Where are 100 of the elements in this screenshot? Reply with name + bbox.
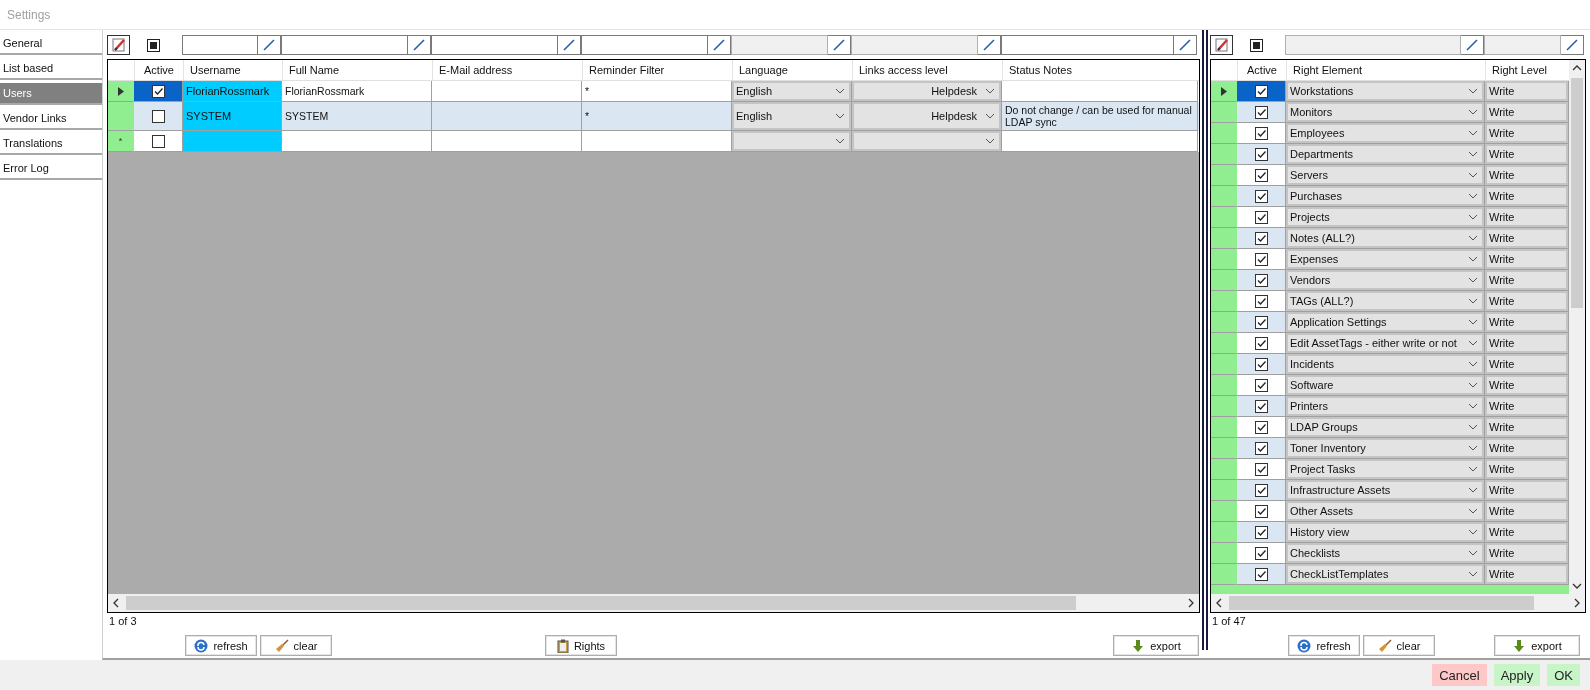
vertical-scrollbar[interactable] bbox=[1569, 60, 1585, 594]
pen-icon[interactable] bbox=[558, 35, 581, 55]
dropdown-field[interactable]: Printers bbox=[1286, 396, 1484, 416]
column-header[interactable]: Right Element bbox=[1293, 64, 1363, 76]
column-header[interactable]: Active bbox=[144, 64, 174, 76]
checkbox[interactable] bbox=[151, 84, 165, 98]
dropdown-field[interactable]: Write bbox=[1485, 270, 1568, 290]
dropdown-field[interactable]: Write bbox=[1485, 417, 1568, 437]
dropdown-field[interactable]: Write bbox=[1485, 564, 1568, 584]
column-header[interactable]: Reminder Filter bbox=[589, 64, 665, 76]
dropdown-field[interactable]: Helpdesk bbox=[852, 102, 1001, 130]
dropdown-field[interactable]: CheckListTemplates bbox=[1286, 564, 1484, 584]
dropdown-field[interactable]: Application Settings bbox=[1286, 312, 1484, 332]
checkbox[interactable] bbox=[1254, 462, 1268, 476]
action-button[interactable]: clear bbox=[260, 635, 332, 656]
filter-field[interactable] bbox=[182, 35, 258, 55]
dropdown-field[interactable]: Other Assets bbox=[1286, 501, 1484, 521]
pen-icon[interactable] bbox=[708, 35, 731, 55]
dropdown-field[interactable]: Write bbox=[1485, 438, 1568, 458]
dropdown-field[interactable]: TAGs (ALL?) bbox=[1286, 291, 1484, 311]
dropdown-field[interactable]: Write bbox=[1485, 186, 1568, 206]
horizontal-scrollbar[interactable] bbox=[1211, 594, 1585, 612]
checkbox[interactable] bbox=[1254, 504, 1268, 518]
dropdown-field[interactable]: Write bbox=[1485, 228, 1568, 248]
dropdown-field[interactable]: Employees bbox=[1286, 123, 1484, 143]
dropdown-field[interactable]: Departments bbox=[1286, 144, 1484, 164]
checkbox[interactable] bbox=[1254, 483, 1268, 497]
dropdown-field[interactable]: Edit AssetTags - either write or not bbox=[1286, 333, 1484, 353]
dropdown-field[interactable]: Write bbox=[1485, 354, 1568, 374]
action-button[interactable]: export bbox=[1494, 635, 1580, 656]
checkbox[interactable] bbox=[1254, 399, 1268, 413]
dropdown-field[interactable]: Write bbox=[1485, 165, 1568, 185]
dropdown-field[interactable]: Write bbox=[1485, 522, 1568, 542]
column-header[interactable]: Username bbox=[190, 64, 241, 76]
dialog-button[interactable]: Cancel bbox=[1432, 664, 1487, 686]
checkbox[interactable] bbox=[151, 134, 165, 148]
dropdown-field[interactable]: Infrastructure Assets bbox=[1286, 480, 1484, 500]
dropdown-field[interactable]: Write bbox=[1485, 144, 1568, 164]
horizontal-scrollbar[interactable] bbox=[108, 594, 1199, 612]
column-header[interactable]: E-Mail address bbox=[439, 64, 513, 76]
column-header[interactable]: Language bbox=[739, 64, 788, 76]
stop-icon[interactable] bbox=[147, 38, 160, 52]
pen-icon[interactable] bbox=[828, 35, 851, 55]
checkbox[interactable] bbox=[1254, 378, 1268, 392]
action-button[interactable]: Rights bbox=[545, 635, 617, 656]
dropdown-field[interactable]: English bbox=[732, 102, 851, 130]
checkbox[interactable] bbox=[1254, 294, 1268, 308]
sidebar-tab[interactable]: Users bbox=[0, 83, 102, 105]
row-header[interactable]: * bbox=[108, 131, 134, 152]
dropdown-field[interactable]: Write bbox=[1485, 375, 1568, 395]
dropdown-field[interactable]: Write bbox=[1485, 123, 1568, 143]
checkbox[interactable] bbox=[1254, 546, 1268, 560]
checkbox[interactable] bbox=[1254, 315, 1268, 329]
checkbox[interactable] bbox=[1254, 84, 1268, 98]
dropdown-field[interactable]: Write bbox=[1485, 81, 1568, 101]
column-header[interactable]: Active bbox=[1247, 64, 1277, 76]
checkbox[interactable] bbox=[1254, 357, 1268, 371]
dropdown-field[interactable]: Write bbox=[1485, 480, 1568, 500]
dropdown-field[interactable]: Helpdesk bbox=[852, 81, 1001, 101]
dropdown-field[interactable]: Write bbox=[1485, 249, 1568, 269]
dropdown-field[interactable]: Toner Inventory bbox=[1286, 438, 1484, 458]
dropdown-field[interactable] bbox=[852, 131, 1001, 151]
dropdown-field[interactable]: Checklists bbox=[1286, 543, 1484, 563]
dropdown-field[interactable]: Write bbox=[1485, 291, 1568, 311]
dropdown-field[interactable]: Project Tasks bbox=[1286, 459, 1484, 479]
dropdown-field[interactable]: Write bbox=[1485, 312, 1568, 332]
checkbox[interactable] bbox=[1254, 252, 1268, 266]
dropdown-field[interactable]: Purchases bbox=[1286, 186, 1484, 206]
filter-field[interactable] bbox=[1001, 35, 1174, 55]
dropdown-field[interactable]: Write bbox=[1485, 333, 1568, 353]
checkbox[interactable] bbox=[1254, 105, 1268, 119]
checkbox[interactable] bbox=[151, 109, 165, 123]
checkbox[interactable] bbox=[1254, 441, 1268, 455]
column-header[interactable]: Links access level bbox=[859, 64, 948, 76]
pen-icon[interactable] bbox=[408, 35, 431, 55]
dropdown-field[interactable]: Write bbox=[1485, 207, 1568, 227]
action-button[interactable]: refresh bbox=[185, 635, 257, 656]
dropdown-field[interactable]: LDAP Groups bbox=[1286, 417, 1484, 437]
pen-icon[interactable] bbox=[258, 35, 281, 55]
dropdown-field[interactable]: Write bbox=[1485, 459, 1568, 479]
checkbox[interactable] bbox=[1254, 336, 1268, 350]
dialog-button[interactable]: OK bbox=[1547, 664, 1580, 686]
filter-field[interactable] bbox=[281, 35, 408, 55]
filter-field[interactable] bbox=[431, 35, 558, 55]
dropdown-field[interactable]: Software bbox=[1286, 375, 1484, 395]
dropdown-field[interactable] bbox=[732, 131, 851, 151]
dropdown-field[interactable]: English bbox=[732, 81, 851, 101]
dropdown-field[interactable]: Vendors bbox=[1286, 270, 1484, 290]
action-button[interactable]: refresh bbox=[1288, 635, 1360, 656]
checkbox[interactable] bbox=[1254, 168, 1268, 182]
dropdown-field[interactable]: Monitors bbox=[1286, 102, 1484, 122]
dropdown-field[interactable]: Servers bbox=[1286, 165, 1484, 185]
dropdown-field[interactable]: Write bbox=[1485, 102, 1568, 122]
checkbox[interactable] bbox=[1254, 567, 1268, 581]
pen-icon[interactable] bbox=[1561, 35, 1584, 55]
dropdown-field[interactable]: Write bbox=[1485, 501, 1568, 521]
pen-icon[interactable] bbox=[1174, 35, 1197, 55]
checkbox[interactable] bbox=[1254, 231, 1268, 245]
row-header[interactable] bbox=[108, 81, 134, 102]
checkbox[interactable] bbox=[1254, 126, 1268, 140]
